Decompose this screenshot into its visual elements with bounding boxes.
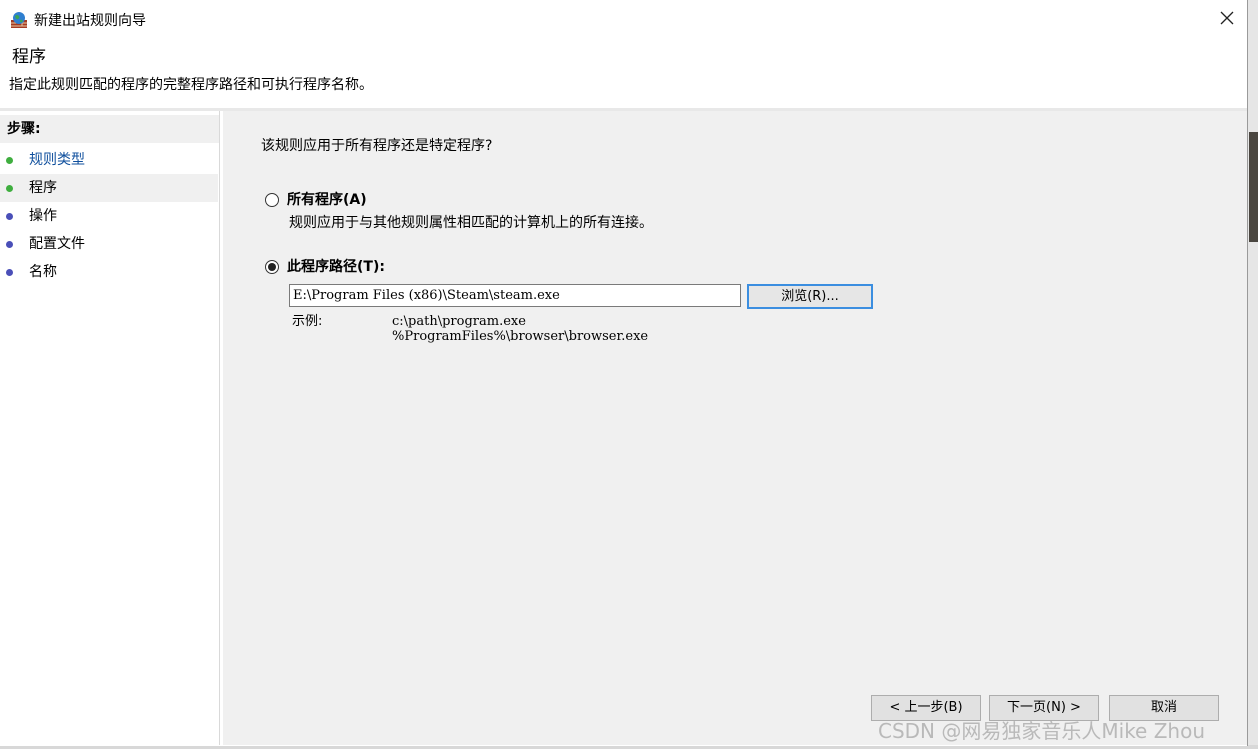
- all-programs-description: 规则应用于与其他规则属性相匹配的计算机上的所有连接。: [289, 215, 653, 231]
- page-title: 程序: [12, 47, 46, 67]
- step-complete-dot-icon: [6, 157, 13, 164]
- close-button[interactable]: [1207, 0, 1247, 40]
- step-label: 名称: [29, 264, 57, 280]
- watermark-text: CSDN @网易独家音乐人Mike Zhou: [878, 719, 1206, 743]
- step-action[interactable]: 操作: [0, 202, 218, 230]
- step-pending-dot-icon: [6, 269, 13, 276]
- step-label: 程序: [29, 180, 57, 196]
- example-label: 示例:: [292, 314, 323, 329]
- page-header: 程序 指定此规则匹配的程序的完整程序路径和可执行程序名称。: [0, 40, 1247, 108]
- step-rule-type[interactable]: 规则类型: [0, 146, 218, 174]
- step-current-dot-icon: [6, 185, 13, 192]
- steps-heading: 步骤:: [0, 115, 219, 143]
- program-path-radio-option[interactable]: 此程序路径(T):: [265, 258, 385, 276]
- all-programs-radio[interactable]: [265, 193, 279, 207]
- title-bar[interactable]: 新建出站规则向导: [0, 0, 1247, 40]
- step-profile[interactable]: 配置文件: [0, 230, 218, 258]
- example-path-2: %ProgramFiles%\browser\browser.exe: [392, 329, 649, 344]
- background-image-strip: [1249, 132, 1258, 242]
- close-icon: [1220, 11, 1234, 29]
- step-program[interactable]: 程序: [0, 174, 218, 202]
- all-programs-radio-option[interactable]: 所有程序(A): [265, 191, 367, 209]
- program-path-label[interactable]: 此程序路径(T):: [287, 258, 385, 276]
- wizard-window: 新建出站规则向导 程序 指定此规则匹配的程序的完整程序路径和可执行程序名称。 步…: [0, 0, 1248, 746]
- browse-button[interactable]: 浏览(R)...: [747, 284, 873, 309]
- page-description: 指定此规则匹配的程序的完整程序路径和可执行程序名称。: [9, 77, 373, 93]
- program-path-radio[interactable]: [265, 260, 279, 274]
- example-path-1: c:\path\program.exe: [392, 314, 526, 329]
- step-label: 规则类型: [29, 152, 85, 168]
- question-text: 该规则应用于所有程序还是特定程序?: [261, 138, 493, 154]
- step-pending-dot-icon: [6, 213, 13, 220]
- step-name[interactable]: 名称: [0, 258, 218, 286]
- steps-panel: 步骤: 规则类型 程序 操作 配置文件 名称: [0, 111, 220, 745]
- background-desktop: [1247, 0, 1258, 749]
- program-path-input[interactable]: [289, 284, 741, 307]
- step-label: 配置文件: [29, 236, 85, 252]
- step-pending-dot-icon: [6, 241, 13, 248]
- step-label: 操作: [29, 208, 57, 224]
- window-title: 新建出站规则向导: [34, 13, 146, 29]
- firewall-globe-icon: [10, 11, 28, 29]
- all-programs-label[interactable]: 所有程序(A): [287, 191, 367, 209]
- content-panel: 该规则应用于所有程序还是特定程序? 所有程序(A) 规则应用于与其他规则属性相匹…: [223, 111, 1247, 745]
